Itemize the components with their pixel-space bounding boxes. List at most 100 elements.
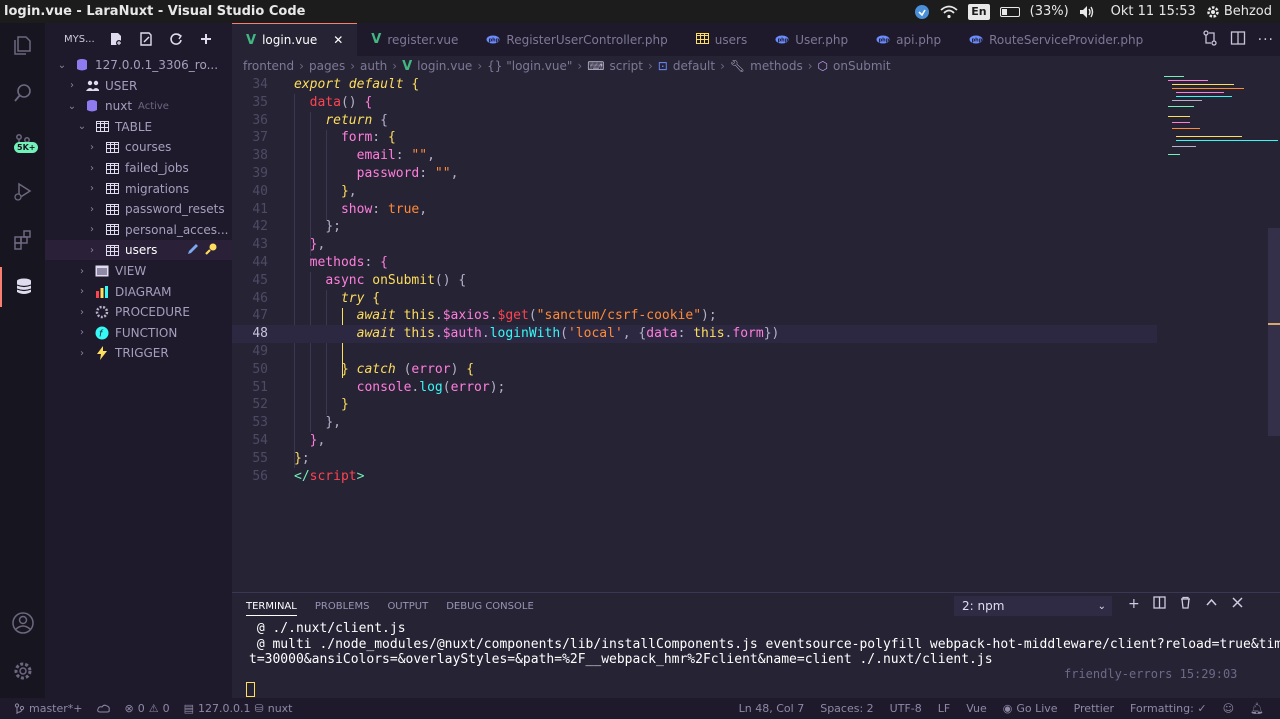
compare-changes-icon[interactable] [1202,29,1218,50]
breadcrumb-item[interactable]: default [673,59,715,73]
code-line[interactable]: 49 [232,343,1157,361]
tree-item-view[interactable]: › VIEW [45,261,232,281]
edit-pencil-icon[interactable] [186,242,200,259]
chevron-down-icon[interactable]: ⌄ [57,60,67,71]
chevron-right-icon[interactable]: › [87,142,97,153]
breadcrumb-item[interactable]: frontend [243,59,294,73]
breadcrumb-item[interactable]: methods [750,59,803,73]
search-icon[interactable] [0,73,45,113]
indentation[interactable]: Spaces: 2 [820,702,873,715]
database-icon[interactable] [0,267,45,307]
code-line[interactable]: 36 return { [232,112,1157,130]
code-line[interactable]: 47 await this.$axios.$get("sanctum/csrf-… [232,307,1157,325]
tab-users[interactable]: users [682,23,761,56]
code-line[interactable]: 34 export default { [232,76,1157,94]
chevron-right-icon[interactable]: › [87,183,97,194]
close-panel-icon[interactable] [1231,596,1244,613]
tab-api-php[interactable]: php api.php [862,23,955,56]
breadcrumb-item[interactable]: auth [360,59,387,73]
chevron-right-icon[interactable]: › [77,286,87,297]
code-line[interactable]: 38 email: "", [232,147,1157,165]
tab-routeserviceprovider-php[interactable]: php RouteServiceProvider.php [955,23,1157,56]
tree-item-procedure[interactable]: › PROCEDURE [45,302,232,322]
breadcrumb-item[interactable]: login.vue [417,59,472,73]
formatting-status[interactable]: Formatting: ✓ [1130,702,1207,715]
breadcrumb-item[interactable]: {} "login.vue" [487,59,572,73]
terminal-output[interactable]: @ ./.nuxt/client.js @ multi ./node_modul… [249,621,1280,668]
code-line[interactable]: 46 try { [232,290,1157,308]
chevron-right-icon[interactable]: › [67,80,77,91]
code-line[interactable]: 45 async onSubmit() { [232,272,1157,290]
chevron-right-icon[interactable]: › [77,327,87,338]
chevron-right-icon[interactable]: › [87,204,97,215]
split-editor-icon[interactable] [1230,30,1246,50]
encoding[interactable]: UTF-8 [890,702,922,715]
prettier[interactable]: Prettier [1074,702,1114,715]
breadcrumb-item[interactable]: pages [309,59,345,73]
chevron-right-icon[interactable]: › [87,224,97,235]
chevron-right-icon[interactable]: › [77,348,87,359]
code-line[interactable]: 48 await this.$auth.loginWith('local', {… [232,325,1157,343]
feedback-icon[interactable]: ☺ [1223,702,1234,715]
source-control-icon[interactable]: 5K+ [0,123,45,163]
new-query-icon[interactable] [137,30,155,48]
chevron-right-icon[interactable]: › [77,307,87,318]
run-debug-icon[interactable] [0,171,45,211]
new-connection-icon[interactable] [107,30,125,48]
breadcrumb-item[interactable]: script [610,59,643,73]
tree-item-table[interactable]: ⌄ TABLE [45,117,232,137]
new-terminal-icon[interactable]: + [1128,596,1140,613]
code-line[interactable]: 50 } catch (error) { [232,361,1157,379]
code-line[interactable]: 54 }, [232,432,1157,450]
clock[interactable]: Okt 11 15:53 [1111,4,1196,19]
language-mode[interactable]: Vue [966,702,987,715]
tree-item-user[interactable]: › USER [45,76,232,96]
user-name[interactable]: Behzod [1224,4,1272,19]
code-line[interactable]: 56 </script> [232,468,1157,486]
tree-item-127-0-0-1-3306-ro-[interactable]: ⌄ 127.0.0.1_3306_ro... [45,55,232,75]
code-editor[interactable]: 34 export default {35 data() {36 return {… [232,76,1268,576]
tab-user-php[interactable]: php User.php [761,23,862,56]
problems-indicator[interactable]: ⊗ 0 ⚠ 0 [125,702,170,715]
tree-item-password-resets[interactable]: › password_resets [45,199,232,219]
account-icon[interactable] [0,603,45,643]
git-branch[interactable]: master*+ [14,702,83,715]
minimap[interactable] [1164,76,1278,166]
tree-item-users[interactable]: › users [45,240,232,261]
tree-item-failed-jobs[interactable]: › failed_jobs [45,158,232,178]
chevron-right-icon[interactable]: › [87,163,97,174]
code-line[interactable]: 55}; [232,450,1157,468]
code-line[interactable]: 37 form: { [232,129,1157,147]
code-line[interactable]: 44 methods: { [232,254,1157,272]
code-line[interactable]: 39 password: "", [232,165,1157,183]
keyboard-language[interactable]: En [968,3,990,20]
tab-login-vue[interactable]: Vlogin.vue ✕ [232,23,358,56]
more-actions-icon[interactable]: ··· [1258,32,1274,48]
chevron-right-icon[interactable]: › [77,266,87,277]
tab-register-vue[interactable]: Vregister.vue [357,23,472,56]
editor-scrollbar[interactable] [1268,228,1280,436]
breadcrumb-item[interactable]: onSubmit [833,59,891,73]
chevron-down-icon[interactable]: ⌄ [67,101,77,112]
cursor-position[interactable]: Ln 48, Col 7 [739,702,805,715]
db-connection[interactable]: ▤ 127.0.0.1 ⛁ nuxt [184,702,293,715]
panel-tab-debug-console[interactable]: DEBUG CONSOLE [446,601,534,612]
tree-item-trigger[interactable]: › TRIGGER [45,343,232,363]
search-table-icon[interactable] [204,242,218,259]
sync-icon[interactable] [96,704,111,714]
code-line[interactable]: 40 }, [232,183,1157,201]
code-line[interactable]: 51 console.log(error); [232,379,1157,397]
maximize-panel-icon[interactable] [1205,596,1218,613]
close-tab-icon[interactable]: ✕ [333,33,343,47]
notifications-icon[interactable]: 🔔︎ [1250,702,1264,715]
wifi-icon[interactable] [940,5,958,19]
chevron-down-icon[interactable]: ⌄ [77,121,87,132]
panel-tab-problems[interactable]: PROBLEMS [315,601,370,612]
code-line[interactable]: 52 } [232,396,1157,414]
panel-tab-terminal[interactable]: TERMINAL [246,601,297,616]
tree-item-nuxt[interactable]: ⌄ nuxt Active [45,96,232,116]
tree-item-diagram[interactable]: › DIAGRAM [45,282,232,302]
extensions-icon[interactable] [0,220,45,260]
go-live[interactable]: ◉ Go Live [1003,702,1058,715]
battery-icon[interactable] [999,6,1020,17]
